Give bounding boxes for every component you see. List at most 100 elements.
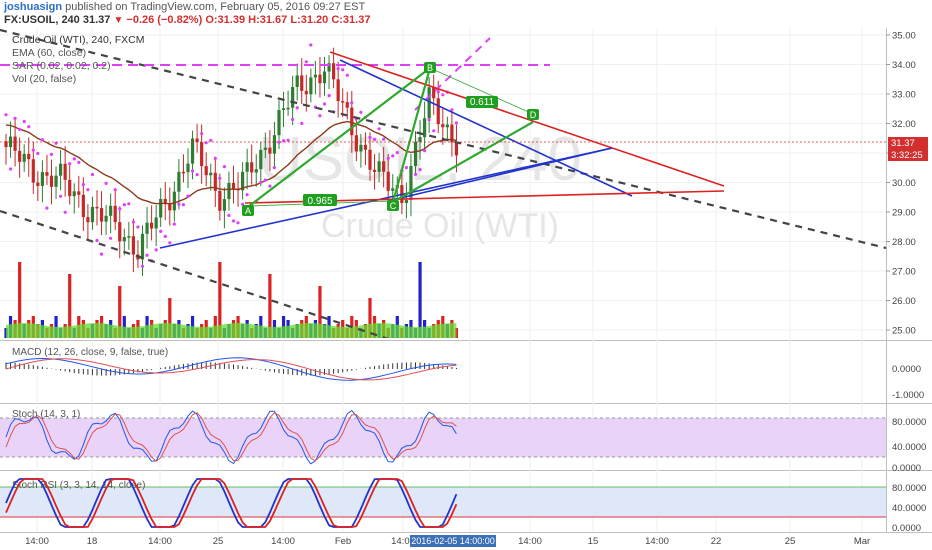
candle-body[interactable] — [341, 101, 345, 103]
candle-body[interactable] — [68, 179, 72, 197]
candle-body[interactable] — [86, 217, 90, 223]
candle-body[interactable] — [300, 75, 304, 91]
candle-body[interactable] — [31, 159, 35, 183]
candle-body[interactable] — [254, 169, 258, 173]
candle-body[interactable] — [22, 153, 26, 162]
candle-body[interactable] — [245, 162, 249, 172]
candle-body[interactable] — [90, 206, 95, 223]
candle-body[interactable] — [81, 194, 85, 218]
candle-body[interactable] — [354, 135, 358, 152]
candle-body[interactable] — [432, 87, 436, 99]
stoch-title[interactable]: Stoch (14, 3, 1) — [12, 409, 80, 420]
point-c-label[interactable]: C — [387, 200, 399, 211]
candle-body[interactable] — [291, 87, 295, 108]
point-a-label[interactable]: A — [242, 205, 254, 216]
candle-body[interactable] — [118, 222, 122, 242]
stochrsi-title[interactable]: Stoch RSI (3, 3, 14, 14, close) — [12, 480, 145, 491]
candle-body[interactable] — [131, 236, 135, 255]
legend-vol[interactable]: Vol (20, false) — [12, 73, 76, 85]
candle-body[interactable] — [145, 222, 149, 234]
candle-body[interactable] — [372, 169, 377, 172]
candle-body[interactable] — [231, 182, 236, 189]
candle-body[interactable] — [140, 233, 145, 260]
candle-body[interactable] — [172, 191, 176, 211]
macd-title[interactable]: MACD (12, 26, close, 9, false, true) — [12, 347, 168, 358]
candle-body[interactable] — [200, 142, 204, 167]
point-b-label[interactable]: B — [424, 62, 436, 73]
candle-body[interactable] — [277, 109, 281, 136]
candle-body[interactable] — [63, 163, 67, 180]
candle-body[interactable] — [286, 107, 290, 110]
candle-body[interactable] — [304, 90, 308, 95]
candle-body[interactable] — [263, 147, 267, 150]
candle-body[interactable] — [345, 102, 349, 108]
candle-body[interactable] — [204, 166, 208, 176]
candle-body[interactable] — [382, 161, 386, 172]
legend-sar[interactable]: SAR (0.02, 0.02, 0.2) — [12, 60, 111, 72]
candle-body[interactable] — [36, 182, 40, 186]
candle-body[interactable] — [322, 71, 327, 84]
candle-body[interactable] — [27, 153, 31, 160]
candle-body[interactable] — [168, 203, 172, 211]
candle-body[interactable] — [309, 77, 313, 95]
candle-body[interactable] — [45, 172, 49, 176]
candle-body[interactable] — [150, 222, 154, 229]
candle-body[interactable] — [336, 79, 340, 102]
candle-body[interactable] — [127, 236, 131, 238]
candle-body[interactable] — [313, 74, 317, 78]
candle-body[interactable] — [154, 217, 158, 229]
candle-body[interactable] — [250, 162, 254, 173]
candle-body[interactable] — [259, 149, 263, 170]
candle-body[interactable] — [418, 137, 422, 142]
candle-body[interactable] — [413, 141, 418, 167]
candle-body[interactable] — [13, 136, 17, 151]
candle-body[interactable] — [268, 147, 272, 154]
candle-body[interactable] — [377, 161, 381, 172]
point-d-label[interactable]: D — [527, 109, 539, 120]
candle-body[interactable] — [186, 163, 190, 173]
candle-body[interactable] — [368, 149, 372, 170]
candle-body[interactable] — [363, 144, 368, 150]
candle-body[interactable] — [122, 237, 126, 242]
candle-body[interactable] — [295, 75, 299, 88]
candle-body[interactable] — [181, 171, 186, 174]
candle-body[interactable] — [159, 198, 163, 218]
candle-body[interactable] — [227, 182, 231, 200]
candle-body[interactable] — [281, 108, 286, 110]
candle-body[interactable] — [350, 107, 354, 136]
chart-canvas[interactable]: USOIL, 240 Crude Oil (WTI) A B C D 0.611… — [0, 28, 932, 550]
candle-body[interactable] — [332, 63, 336, 80]
candle-body[interactable] — [18, 150, 22, 162]
legend-ema[interactable]: EMA (60, close) — [12, 47, 86, 59]
candle-body[interactable] — [59, 163, 63, 176]
candle-body[interactable] — [218, 190, 222, 211]
candle-body[interactable] — [49, 175, 54, 187]
candle-body[interactable] — [54, 175, 58, 187]
candle-body[interactable] — [40, 172, 44, 186]
price-axis[interactable]: 35.0034.0033.0032.0031.0030.0029.0028.00… — [886, 31, 916, 337]
candle-body[interactable] — [404, 200, 408, 204]
candle-body[interactable] — [104, 215, 108, 222]
candle-body[interactable] — [391, 188, 395, 191]
candle-body[interactable] — [445, 124, 449, 128]
fib-label-0611[interactable]: 0.611 — [466, 96, 498, 108]
candle-body[interactable] — [318, 74, 322, 84]
candle-body[interactable] — [95, 206, 99, 209]
fib-label-0965[interactable]: 0.965 — [303, 194, 337, 207]
candle-body[interactable] — [177, 171, 181, 192]
candle-body[interactable] — [222, 199, 226, 211]
candle-body[interactable] — [441, 124, 445, 128]
candle-body[interactable] — [436, 98, 440, 125]
candle-body[interactable] — [359, 144, 363, 152]
candle-body[interactable] — [209, 172, 213, 176]
candle-body[interactable] — [272, 135, 277, 154]
candle-body[interactable] — [454, 142, 459, 156]
author-link[interactable]: joshuasign — [4, 1, 62, 13]
candle-body[interactable] — [386, 171, 390, 191]
candle-body[interactable] — [113, 205, 117, 223]
candle-body[interactable] — [72, 191, 76, 197]
candle-body[interactable] — [109, 205, 113, 216]
candle-body[interactable] — [99, 208, 104, 222]
candle-body[interactable] — [423, 118, 427, 138]
candle-body[interactable] — [77, 191, 81, 195]
